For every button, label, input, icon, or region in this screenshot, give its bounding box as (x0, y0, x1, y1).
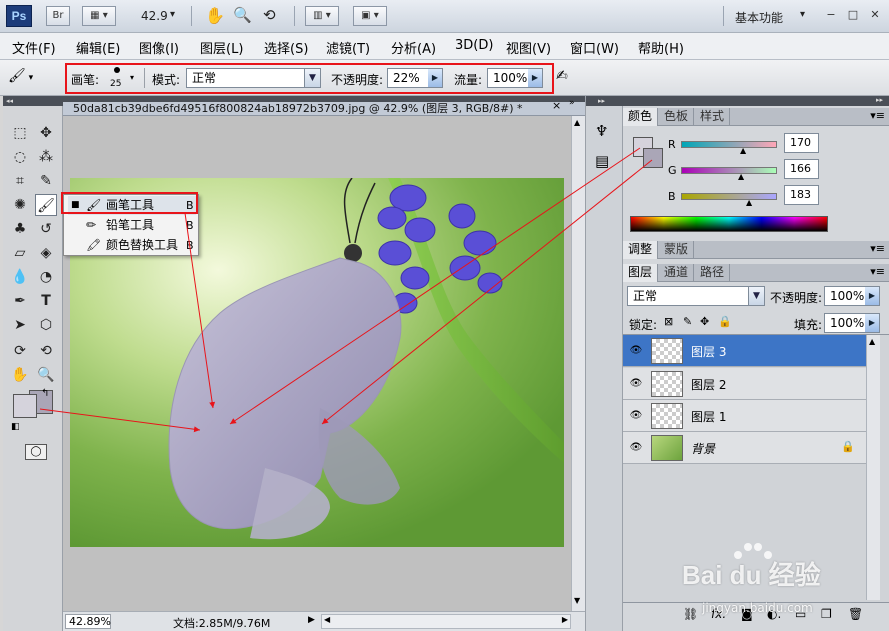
arrow-swatch-to-wing (39, 408, 201, 433)
watermark-url: jingyan.baidu.com (702, 601, 813, 615)
arrow-bg-to-wing (321, 159, 653, 425)
arrow-brush-to-wing (184, 212, 216, 409)
annotation-arrows (39, 147, 653, 433)
baidu-watermark: Bai du 经验 jingyan.baidu.com (682, 541, 882, 631)
arrow-fg-to-wing (229, 147, 641, 425)
watermark-brand: Bai du 经验 (682, 560, 821, 590)
